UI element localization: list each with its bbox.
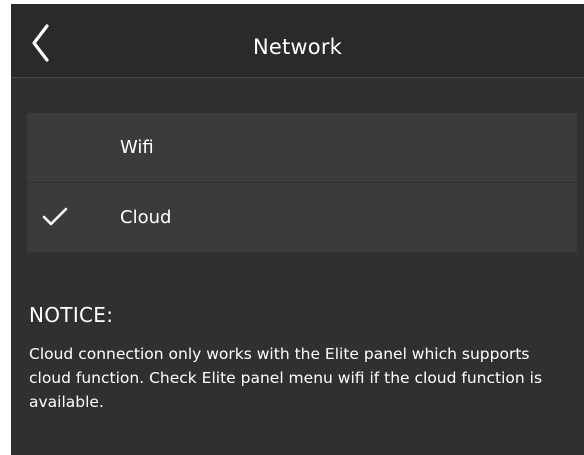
network-option-cloud[interactable]: Cloud — [27, 183, 577, 252]
network-option-label: Cloud — [120, 207, 172, 228]
network-option-label: Wifi — [120, 137, 154, 158]
notice-text: Cloud connection only works with the Eli… — [29, 345, 543, 411]
checkmark-icon — [42, 207, 68, 226]
network-options-list: Wifi Cloud — [27, 113, 577, 252]
page-title: Network — [252, 35, 343, 59]
network-option-wifi[interactable]: Wifi — [27, 113, 577, 182]
header-bar: Network — [11, 4, 584, 78]
notice-heading: NOTICE: — [29, 303, 114, 327]
network-screen: Network Wifi Cloud NOTICE: Cloud connect… — [11, 4, 584, 455]
